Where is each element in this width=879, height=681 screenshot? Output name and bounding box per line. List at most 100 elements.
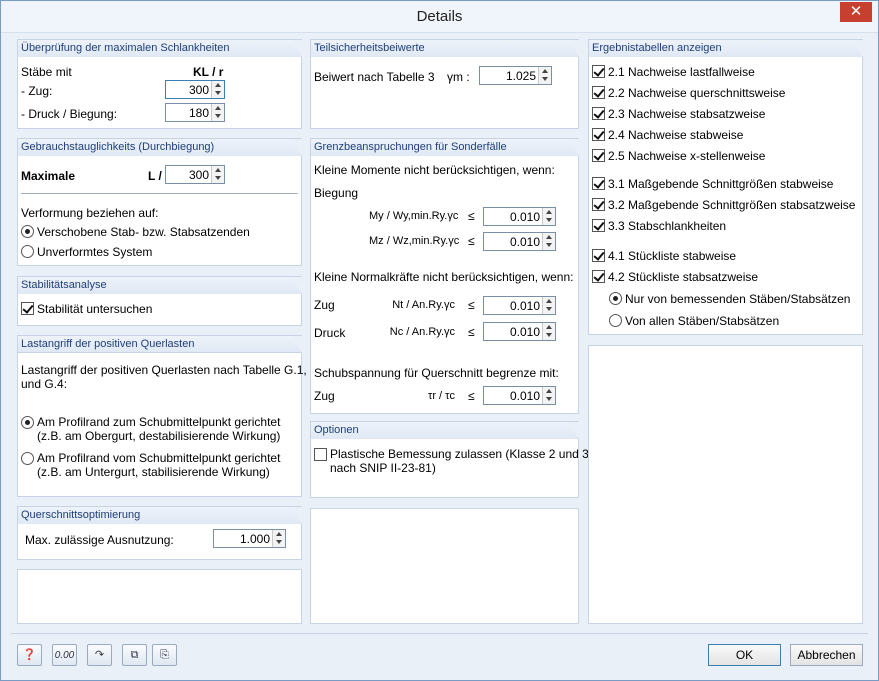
paste-button[interactable]: ⎘ <box>152 644 177 666</box>
designed-members-radio[interactable] <box>609 292 622 305</box>
load-desc-line1: Lastangriff der positiven Querlasten nac… <box>21 363 330 377</box>
stability-label[interactable]: Stabilität untersuchen <box>37 302 152 316</box>
cancel-button[interactable]: Abbrechen <box>790 644 863 666</box>
result-table-label[interactable]: 3.2 Maßgebende Schnittgrößen stabsatzwei… <box>608 198 855 212</box>
l-label: L / <box>148 169 162 183</box>
load-application-header: Lastangriff der positiven Querlasten <box>18 336 302 353</box>
compression-row-label: Druck <box>314 326 346 340</box>
spin-arrows-icon[interactable] <box>211 81 224 98</box>
mz-limit-input[interactable]: 0.010 <box>483 232 556 251</box>
displaced-ends-radio[interactable] <box>21 225 34 238</box>
optimization-group: Querschnittsoptimierung Max. zulässige A… <box>17 506 302 560</box>
le-symbol: ≤ <box>468 298 475 312</box>
result-table-label[interactable]: 2.1 Nachweise lastfallweise <box>608 65 755 79</box>
result-table-label[interactable]: 3.3 Stabschlankheiten <box>608 219 726 233</box>
maximal-label: Maximale <box>21 169 76 183</box>
limit-stresses-header: Grenzbeanspruchungen für Sonderfälle <box>311 139 579 156</box>
load-desc-line2: und G.4: <box>21 377 68 391</box>
units-button[interactable]: 0.00 <box>52 644 77 666</box>
copy-icon: ⧉ <box>130 649 139 661</box>
all-members-label[interactable]: Von allen Stäben/Stabsätzen <box>625 314 779 328</box>
tension-slenderness-input[interactable]: 300 <box>165 80 225 99</box>
shear-label: Schubspannung für Querschnitt begrenze m… <box>314 366 559 380</box>
nc-formula: Nc / An.Ry.γc <box>389 326 455 338</box>
result-table-label[interactable]: 2.5 Nachweise x-stellenweise <box>608 149 765 163</box>
spin-arrows-icon[interactable] <box>542 233 555 250</box>
deflection-limit-input[interactable]: 300 <box>165 165 225 184</box>
result-table-checkbox[interactable] <box>592 65 605 78</box>
reset-icon: ↷ <box>94 649 105 661</box>
plastic-design-note: nach SNIP II-23-81) <box>330 461 436 475</box>
compression-label: - Druck / Biegung: <box>21 107 118 121</box>
le-symbol: ≤ <box>468 234 475 248</box>
ok-button[interactable]: OK <box>708 644 781 666</box>
help-button[interactable]: ❓ <box>17 644 42 666</box>
units-icon: 0.00 <box>54 650 75 661</box>
result-table-label[interactable]: 3.1 Maßgebende Schnittgrößen stabweise <box>608 177 833 191</box>
plastic-design-label[interactable]: Plastische Bemessung zulassen (Klasse 2 … <box>330 447 589 461</box>
tension-row-label: Zug <box>314 298 335 312</box>
result-table-label[interactable]: 2.4 Nachweise stabweise <box>608 128 743 142</box>
spin-arrows-icon[interactable] <box>542 297 555 314</box>
result-table-label[interactable]: 4.2 Stückliste stabsatzweise <box>608 270 758 284</box>
shear-row-label: Zug <box>314 389 335 403</box>
result-table-checkbox[interactable] <box>592 86 605 99</box>
away-shear-center-radio[interactable] <box>21 452 34 465</box>
gamma-m-input[interactable]: 1.025 <box>479 66 552 85</box>
slenderness-header: Überprüfung der maximalen Schlankheiten <box>18 40 302 57</box>
copy-button[interactable]: ⧉ <box>122 644 147 666</box>
spin-arrows-icon[interactable] <box>542 208 555 225</box>
result-table-checkbox[interactable] <box>592 219 605 232</box>
undeformed-system-label[interactable]: Unverformtes System <box>37 245 152 259</box>
stability-checkbox[interactable] <box>21 302 34 315</box>
spin-arrows-icon[interactable] <box>211 104 224 121</box>
result-table-checkbox[interactable] <box>592 249 605 262</box>
result-table-checkbox[interactable] <box>592 270 605 283</box>
spin-arrows-icon[interactable] <box>542 323 555 340</box>
compression-slenderness-input[interactable]: 180 <box>165 103 225 122</box>
spin-arrows-icon[interactable] <box>211 166 224 183</box>
help-icon: ❓ <box>22 649 37 661</box>
result-table-checkbox[interactable] <box>592 198 605 211</box>
stability-header: Stabilitätsanalyse <box>18 277 302 294</box>
close-button[interactable]: ✕ <box>840 2 872 22</box>
empty-panel-middle <box>310 508 579 624</box>
result-table-checkbox[interactable] <box>592 107 605 120</box>
result-table-label[interactable]: 4.1 Stückliste stabweise <box>608 249 736 263</box>
result-table-checkbox[interactable] <box>592 149 605 162</box>
window-title: Details <box>416 8 463 25</box>
nt-limit-input[interactable]: 0.010 <box>483 296 556 315</box>
my-limit-input[interactable]: 0.010 <box>483 207 556 226</box>
tau-limit-input[interactable]: 0.010 <box>483 386 556 405</box>
serviceability-group: Gebrauchstauglichkeits (Durchbiegung) Ma… <box>17 138 302 266</box>
result-table-label[interactable]: 2.2 Nachweise querschnittsweise <box>608 86 785 100</box>
tau-formula: τr / τc <box>427 390 455 402</box>
result-table-checkbox[interactable] <box>592 177 605 190</box>
toward-shear-center-radio[interactable] <box>21 416 34 429</box>
spin-arrows-icon[interactable] <box>272 530 285 547</box>
all-members-radio[interactable] <box>609 314 622 327</box>
toward-shear-center-label[interactable]: Am Profilrand zum Schubmittelpunkt geric… <box>37 415 280 429</box>
deformation-label: Verformung beziehen auf: <box>21 206 159 220</box>
load-application-group: Lastangriff der positiven Querlasten Las… <box>17 335 329 497</box>
empty-panel-left <box>17 569 302 624</box>
footer-divider <box>11 633 868 634</box>
options-group: Optionen Plastische Bemessung zulassen (… <box>310 421 589 498</box>
result-table-label[interactable]: 2.3 Nachweise stabsatzweise <box>608 107 765 121</box>
bending-label: Biegung <box>314 186 359 200</box>
away-shear-center-label[interactable]: Am Profilrand vom Schubmittelpunkt geric… <box>37 451 280 465</box>
result-table-checkbox[interactable] <box>592 128 605 141</box>
max-utilization-input[interactable]: 1.000 <box>213 529 286 548</box>
my-formula: My / Wy,min.Ry.γc <box>369 210 459 222</box>
spin-arrows-icon[interactable] <box>542 387 555 404</box>
displaced-ends-label[interactable]: Verschobene Stab- bzw. Stabsatzenden <box>37 225 250 239</box>
title-bar: Details ✕ <box>1 1 878 33</box>
le-symbol: ≤ <box>468 389 475 403</box>
result-tables-header: Ergebnistabellen anzeigen <box>589 40 863 57</box>
designed-members-label[interactable]: Nur von bemessenden Stäben/Stabsätzen <box>625 292 850 306</box>
spin-arrows-icon[interactable] <box>538 67 551 84</box>
nc-limit-input[interactable]: 0.010 <box>483 322 556 341</box>
plastic-design-checkbox[interactable] <box>314 448 327 461</box>
undeformed-system-radio[interactable] <box>21 245 34 258</box>
reset-button[interactable]: ↷ <box>87 644 112 666</box>
